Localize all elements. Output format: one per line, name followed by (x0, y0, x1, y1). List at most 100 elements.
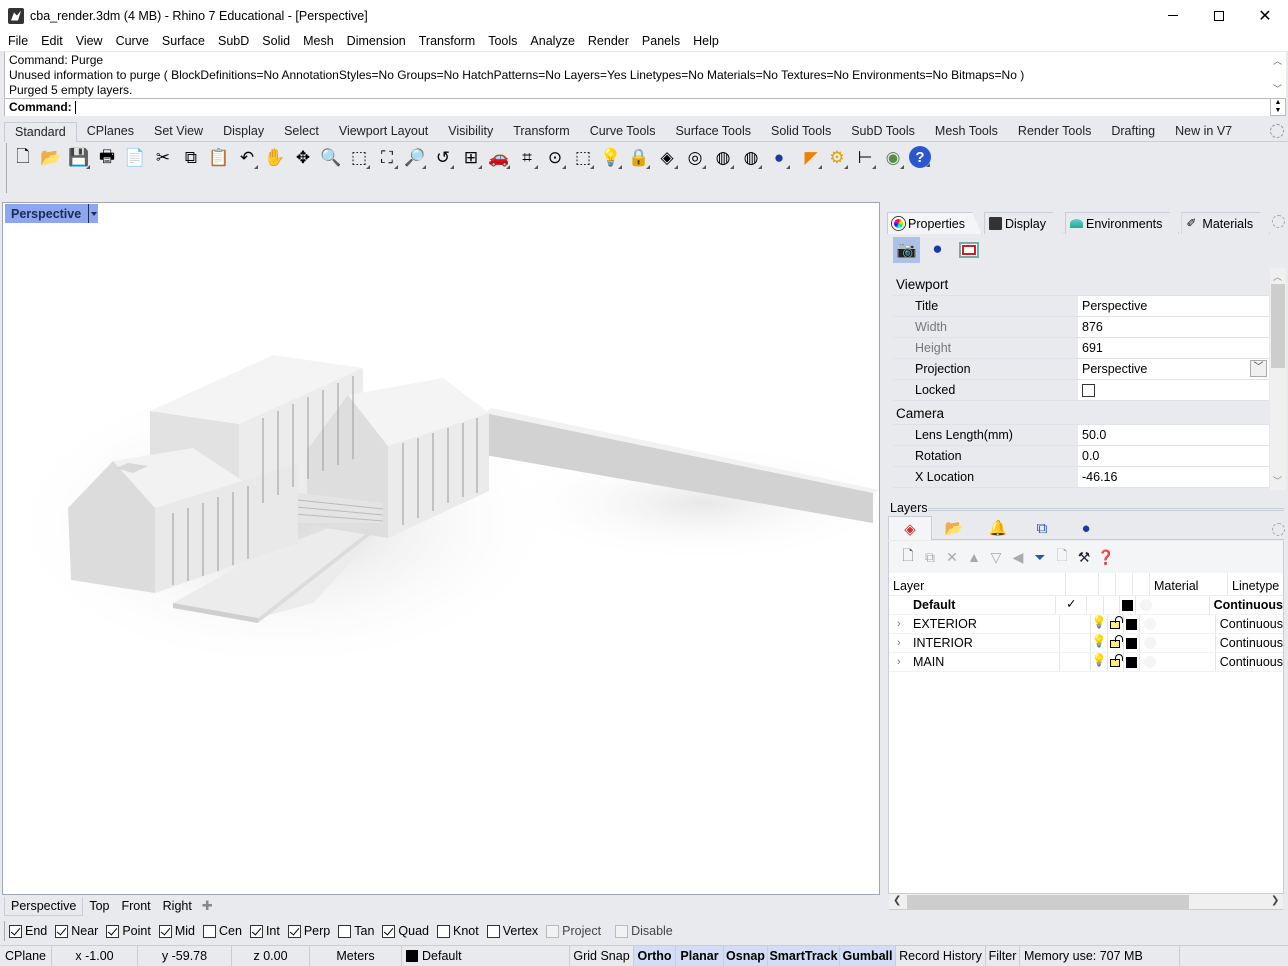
dimension-icon[interactable]: ⊢ (853, 146, 877, 170)
zoom-window-icon[interactable]: ⬚ (347, 146, 371, 170)
car-icon[interactable]: 🚗 (487, 146, 511, 170)
wireframe-sphere-icon[interactable]: ◍ (711, 146, 735, 170)
layer-material-cell[interactable] (1140, 634, 1216, 652)
render-icon[interactable]: ◤ (799, 146, 823, 170)
tab-help-window-icon[interactable]: ⧉ (1020, 516, 1064, 540)
expand-chevron-icon[interactable]: › (893, 656, 909, 668)
undo-view-icon[interactable]: ↺ (431, 146, 455, 170)
osnap-cen[interactable]: Cen (203, 924, 242, 938)
layer-row-interior[interactable]: › INTERIOR 💡 Continuous (889, 634, 1283, 653)
menu-panels[interactable]: Panels (642, 34, 680, 48)
toolbar-tab-new-in-v7[interactable]: New in V7 (1165, 122, 1242, 141)
help-icon[interactable]: ❓ (1095, 547, 1117, 567)
osnap-checkbox[interactable] (203, 924, 216, 938)
lightbulb-icon[interactable]: 💡 (1092, 653, 1107, 667)
toolbar-tab-drafting[interactable]: Drafting (1101, 122, 1165, 141)
scroll-up-icon[interactable]: ︿ (1273, 54, 1282, 67)
tab-notifications-bell-icon[interactable]: 🔔 (976, 516, 1020, 540)
open-icon[interactable]: 📂 (39, 146, 63, 170)
osnap-checkbox[interactable] (615, 924, 629, 938)
toolbar-tab-standard[interactable]: Standard (4, 122, 77, 142)
osnap-near[interactable]: Near (55, 924, 98, 938)
tab-files-folder-icon[interactable]: 📂 (932, 516, 976, 540)
units-indicator[interactable]: Meters (310, 945, 402, 966)
viewport-title-field[interactable]: Perspective (1078, 296, 1269, 316)
close-button[interactable]: ✕ (1242, 0, 1288, 31)
toggle-gumball[interactable]: Gumball (840, 945, 896, 966)
cplane-icon[interactable]: ⌗ (515, 146, 539, 170)
menu-dimension[interactable]: Dimension (347, 34, 406, 48)
osnap-disable[interactable]: Disable (615, 924, 673, 938)
osnap-checkbox[interactable] (287, 924, 301, 938)
scrollbar-thumb[interactable] (1271, 284, 1285, 368)
new-icon[interactable]: 🗋 (11, 146, 35, 170)
print-icon[interactable]: 🖶 (95, 146, 119, 170)
projection-select[interactable]: Perspective ﹀ (1078, 359, 1269, 379)
layer-color-cell[interactable] (1124, 615, 1141, 633)
osnap-perp[interactable]: Perp (287, 924, 330, 938)
osnap-checkbox[interactable] (338, 924, 352, 938)
layer-name-cell[interactable]: › INTERIOR (889, 634, 1060, 652)
viewport-tab-right[interactable]: Right (157, 897, 198, 916)
maximize-button[interactable] (1196, 0, 1242, 31)
toolbar-tab-mesh-tools[interactable]: Mesh Tools (925, 122, 1008, 141)
toolbar-tab-transform[interactable]: Transform (503, 122, 580, 141)
osnap-int[interactable]: Int (249, 924, 280, 938)
layer-material-cell[interactable] (1140, 653, 1216, 671)
select-objects-icon[interactable]: ⬚ (571, 146, 595, 170)
layer-color-cell[interactable] (1124, 634, 1141, 652)
expand-chevron-icon[interactable]: › (893, 637, 909, 649)
layer-linetype-cell[interactable]: Continuous (1216, 653, 1283, 671)
menu-render[interactable]: Render (588, 34, 629, 48)
properties-scrollbar[interactable]: ︿ ﹀ (1270, 268, 1286, 490)
toolbar-tab-set-view[interactable]: Set View (144, 122, 213, 141)
tab-materials[interactable]: ✐ Materials (1181, 212, 1270, 234)
column-header-material[interactable]: Material (1150, 573, 1228, 595)
toolbar-tab-select[interactable]: Select (274, 122, 329, 141)
osnap-checkbox[interactable] (437, 924, 450, 938)
layer-state-icon[interactable]: 🗋 (1051, 547, 1073, 567)
scroll-down-icon[interactable]: ﹀ (1273, 82, 1282, 95)
osnap-checkbox[interactable] (158, 924, 172, 938)
menu-view[interactable]: View (76, 34, 103, 48)
toggle-planar[interactable]: Planar (676, 945, 724, 966)
locked-checkbox[interactable] (1082, 384, 1095, 397)
help-icon[interactable]: ? (909, 146, 931, 168)
layer-row-default[interactable]: Default ✓ Continuous (889, 596, 1283, 615)
lightbulb-icon[interactable]: 💡 (599, 146, 623, 170)
osnap-checkbox[interactable] (382, 924, 396, 938)
current-layer-cell[interactable] (1060, 634, 1092, 652)
layer-color-cell[interactable] (1124, 653, 1141, 671)
menu-file[interactable]: File (8, 34, 28, 48)
layer-visibility-cell[interactable]: 💡 (1091, 634, 1108, 652)
material-sphere-icon[interactable] (1144, 637, 1157, 649)
tab-display[interactable]: Display (984, 212, 1063, 234)
osnap-project[interactable]: Project (546, 924, 601, 938)
layer-color-swatch[interactable] (1121, 599, 1133, 611)
layers-horizontal-scrollbar[interactable]: ❮ ❯ (889, 894, 1283, 910)
toggle-record-history[interactable]: Record History (896, 945, 986, 966)
unlocked-padlock-icon[interactable] (1110, 654, 1124, 667)
toolbar-tab-subd-tools[interactable]: SubD Tools (841, 122, 925, 141)
zoom-dynamic-icon[interactable]: 🔍 (319, 146, 343, 170)
filter-icon[interactable]: ⏷ (1029, 547, 1051, 567)
osnap-tan[interactable]: Tan (338, 924, 374, 938)
current-layer-cell[interactable] (1060, 653, 1092, 671)
layer-row-exterior[interactable]: › EXTERIOR 💡 Continuous (889, 615, 1283, 634)
scrollbar-thumb[interactable] (907, 895, 1189, 909)
layer-color-swatch[interactable] (1126, 618, 1138, 630)
scroll-left-icon[interactable]: ❮ (893, 895, 901, 906)
grasshopper-icon[interactable]: ◉ (881, 146, 905, 170)
viewport-tab-perspective[interactable]: Perspective (4, 896, 84, 916)
toolbar-tab-surface-tools[interactable]: Surface Tools (665, 122, 761, 141)
perspective-viewport[interactable]: Perspective (2, 202, 880, 895)
delete-layer-icon[interactable]: ✕ (941, 547, 963, 567)
named-views-icon[interactable]: ⚫ (924, 237, 951, 263)
material-sphere-icon[interactable] (1144, 656, 1157, 668)
unlocked-padlock-icon[interactable] (1110, 635, 1124, 648)
toggle-filter[interactable]: Filter (986, 945, 1020, 966)
menu-subd[interactable]: SubD (218, 34, 249, 48)
command-history[interactable]: Command: Purge Unused information to pur… (4, 52, 1272, 98)
menu-surface[interactable]: Surface (162, 34, 205, 48)
lock-icon[interactable]: 🔒 (627, 146, 651, 170)
